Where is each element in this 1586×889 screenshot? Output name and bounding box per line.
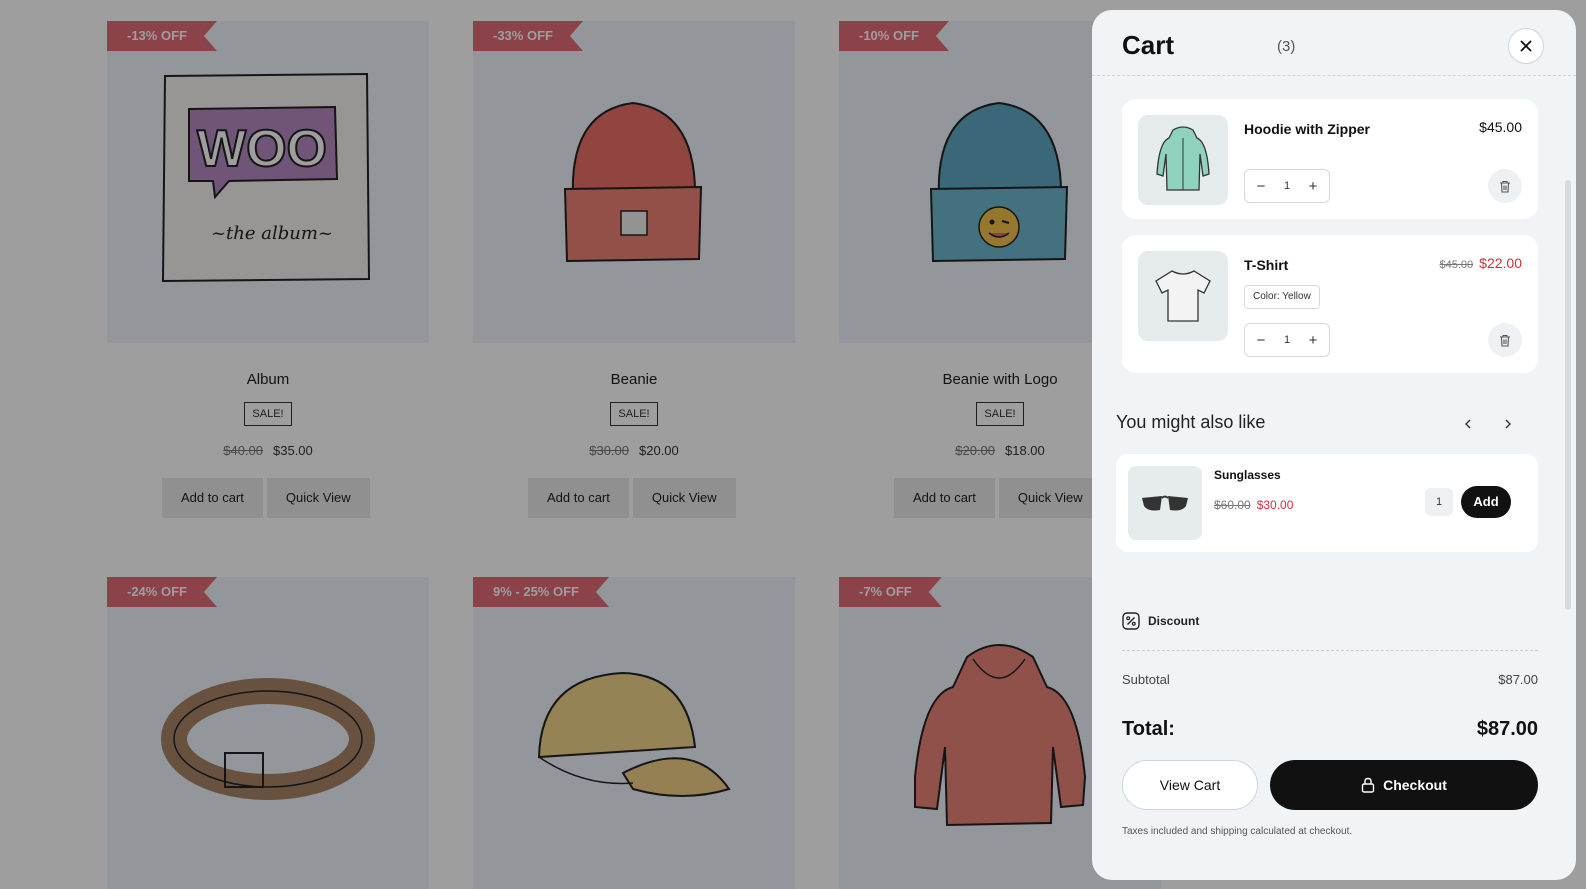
quantity-value[interactable]: 1 [1284,180,1290,192]
sale-price: $30.00 [1256,498,1294,512]
quantity-stepper: − 1 + [1244,323,1330,357]
cart-item-image[interactable] [1138,115,1228,205]
tshirt-icon [1155,270,1211,322]
discount-label: Discount [1148,614,1200,628]
cart-item-price: $45.00 $22.00 [1440,255,1522,271]
cart-header: Cart (3) [1092,10,1576,76]
increase-quantity-button[interactable]: + [1307,178,1319,195]
upsell-heading: You might also like [1116,412,1266,432]
chevron-right-icon [1505,419,1511,429]
cart-item-image[interactable] [1138,251,1228,341]
decrease-quantity-button[interactable]: − [1255,178,1267,195]
total-label: Total: [1122,718,1175,740]
view-cart-button[interactable]: View Cart [1122,760,1258,810]
variation-badge: Color: Yellow [1244,285,1320,309]
cart-item-count: (3) [1277,38,1296,55]
cart-item-title[interactable]: Hoodie with Zipper [1244,121,1370,137]
close-icon [1520,40,1532,52]
sunglasses-icon [1142,495,1188,511]
lock-icon [1361,777,1375,793]
cart-drawer: Cart (3) Hoodie with Zipper $45.00 − 1 + [1092,10,1576,880]
decrease-quantity-button[interactable]: − [1255,332,1267,349]
trash-icon [1500,334,1510,347]
regular-price: $45.00 [1439,259,1474,271]
divider [1122,650,1538,651]
remove-item-button[interactable] [1488,323,1522,357]
cart-item-title[interactable]: T-Shirt [1244,257,1288,273]
checkout-button[interactable]: Checkout [1270,760,1538,810]
upsell-product-title[interactable]: Sunglasses [1214,468,1281,482]
sale-price: $22.00 [1479,255,1522,271]
upsell-quantity-input[interactable]: 1 [1425,488,1453,516]
cart-item: Hoodie with Zipper $45.00 − 1 + [1122,99,1538,219]
quantity-value[interactable]: 1 [1284,334,1290,346]
checkout-label: Checkout [1383,777,1447,793]
hoodie-zipper-icon [1156,126,1210,191]
regular-price: $60.00 [1214,498,1251,512]
quantity-stepper: − 1 + [1244,169,1330,203]
upsell-product-price: $60.00 $30.00 [1214,498,1293,512]
tax-note: Taxes included and shipping calculated a… [1122,826,1353,837]
upsell-product: Sunglasses $60.00 $30.00 1 Add [1116,454,1538,552]
subtotal-value: $87.00 [1498,672,1538,687]
increase-quantity-button[interactable]: + [1307,332,1319,349]
close-cart-button[interactable] [1508,28,1544,64]
total-value: $87.00 [1476,718,1538,740]
discount-icon [1122,612,1140,630]
upsell-product-image[interactable] [1128,466,1202,540]
upsell-prev-button[interactable] [1458,414,1478,434]
remove-item-button[interactable] [1488,169,1522,203]
cart-item: T-Shirt $45.00 $22.00 Color: Yellow − 1 + [1122,235,1538,373]
cart-item-price: $45.00 [1479,119,1522,135]
trash-icon [1500,180,1510,193]
cart-title: Cart [1122,30,1175,60]
upsell-next-button[interactable] [1498,414,1518,434]
chevron-left-icon [1465,419,1471,429]
upsell-add-button[interactable]: Add [1461,486,1511,518]
discount-toggle[interactable]: Discount [1122,612,1199,630]
cart-scrollbar[interactable] [1565,180,1571,610]
subtotal-label: Subtotal [1122,672,1170,687]
